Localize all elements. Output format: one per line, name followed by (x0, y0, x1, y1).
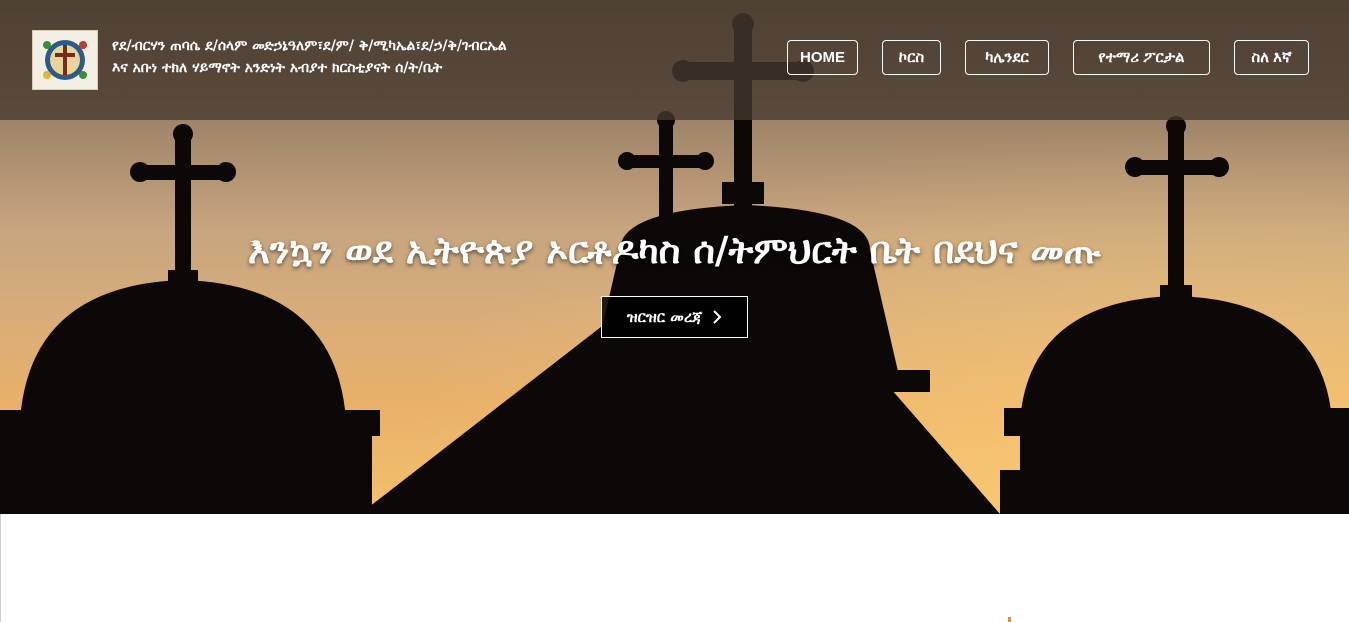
hero-banner: የደ/ብርሃን ጠባሴ ደ/ሰላም መድኃኔዓለም፣ደ/ም/ ቅ/ሚካኤል፣ደ/… (0, 0, 1349, 514)
page: የደ/ብርሃን ጠባሴ ደ/ሰላም መድኃኔዓለም፣ደ/ም/ ቅ/ሚካኤል፣ደ/… (0, 0, 1349, 622)
hero-title: እንኳን ወደ ኢትዮጵያ ኦርቶዶካስ ሰ/ትምህርት ቤት በደህና መጡ (247, 228, 1102, 272)
site-header: የደ/ብርሃን ጠባሴ ደ/ሰላም መድኃኔዓለም፣ደ/ም/ ቅ/ሚካኤል፣ደ/… (0, 0, 1349, 120)
nav-home-button[interactable]: HOME (787, 40, 858, 75)
more-info-label: ዝርዝር መረጃ (626, 308, 703, 326)
chevron-right-icon (713, 310, 722, 324)
nav-course-button[interactable]: ኮርስ (882, 40, 941, 75)
nav-calendar-button[interactable]: ካሌንደር (965, 40, 1049, 75)
content-section (0, 514, 1349, 622)
nav-student-portal-button[interactable]: የተማሪ ፖርታል (1073, 40, 1210, 75)
main-nav: HOME ኮርስ ካሌንደር የተማሪ ፖርታል ስለ እኛ (0, 40, 1349, 77)
accent-mark (1008, 617, 1011, 622)
nav-about-button[interactable]: ስለ እኛ (1234, 40, 1309, 75)
more-info-button[interactable]: ዝርዝር መረጃ (601, 296, 748, 338)
section-left-border (0, 514, 1, 622)
